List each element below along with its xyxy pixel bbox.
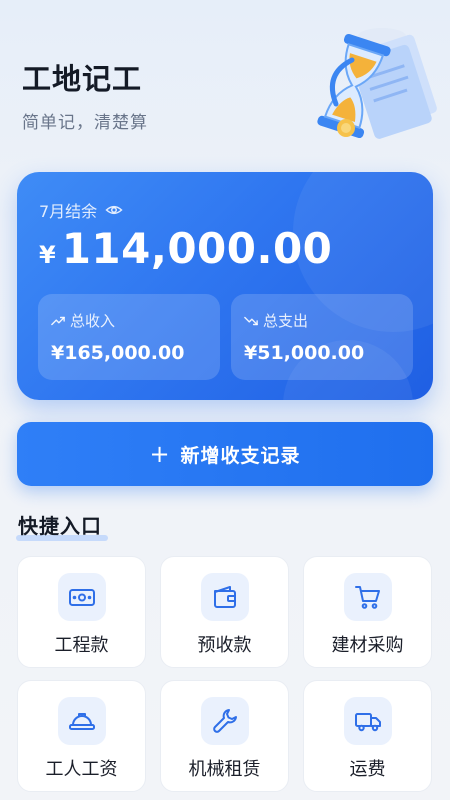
- balance-summary-card: 7月结余 ¥ 114,000.00 总收入 ¥165,000.00 总支出 ¥5…: [17, 172, 433, 400]
- add-record-button[interactable]: + 新增收支记录: [17, 422, 433, 486]
- income-label: 总收入: [70, 312, 116, 330]
- quick-item-label: 运费: [349, 759, 386, 780]
- eye-icon[interactable]: [105, 201, 123, 219]
- quick-item-project-payment[interactable]: 工程款: [17, 556, 146, 668]
- banknote-icon: [58, 573, 106, 621]
- quick-item-label: 建材采购: [331, 635, 404, 656]
- balance-amount: ¥ 114,000.00: [39, 224, 332, 273]
- expense-box[interactable]: 总支出 ¥51,000.00: [231, 294, 413, 380]
- quick-item-material-purchase[interactable]: 建材采购: [303, 556, 432, 668]
- trend-down-icon: [244, 316, 258, 325]
- currency-symbol: ¥: [39, 241, 56, 269]
- wallet-icon: [201, 573, 249, 621]
- income-label-row: 总收入: [51, 310, 115, 331]
- income-box[interactable]: 总收入 ¥165,000.00: [38, 294, 220, 380]
- truck-icon: [344, 697, 392, 745]
- quick-item-label: 机械租赁: [188, 759, 261, 780]
- hourglass-illustration: [312, 24, 438, 154]
- quick-access-title: 快捷入口: [18, 514, 102, 538]
- quick-item-label: 预收款: [197, 635, 252, 656]
- cart-icon: [344, 573, 392, 621]
- quick-item-machine-rental[interactable]: 机械租赁: [160, 680, 289, 792]
- expense-value: ¥51,000.00: [244, 342, 365, 364]
- add-record-label: 新增收支记录: [180, 444, 301, 467]
- plus-icon: +: [149, 440, 171, 468]
- period-row: 7月结余: [39, 198, 123, 222]
- hardhat-icon: [58, 697, 106, 745]
- quick-item-label: 工人工资: [45, 759, 118, 780]
- balance-value: 114,000.00: [61, 224, 333, 273]
- trend-up-icon: [51, 316, 65, 325]
- header: 工地记工 简单记，清楚算: [22, 56, 148, 133]
- wrench-icon: [201, 697, 249, 745]
- income-value: ¥165,000.00: [51, 342, 185, 364]
- quick-item-label: 工程款: [54, 635, 109, 656]
- app-title: 工地记工: [22, 62, 143, 96]
- expense-label: 总支出: [263, 312, 309, 330]
- expense-label-row: 总支出: [244, 310, 308, 331]
- app-subtitle: 简单记，清楚算: [22, 113, 148, 133]
- period-label: 7月结余: [39, 202, 98, 221]
- quick-item-freight[interactable]: 运费: [303, 680, 432, 792]
- quick-item-advance-payment[interactable]: 预收款: [160, 556, 289, 668]
- quick-item-worker-wages[interactable]: 工人工资: [17, 680, 146, 792]
